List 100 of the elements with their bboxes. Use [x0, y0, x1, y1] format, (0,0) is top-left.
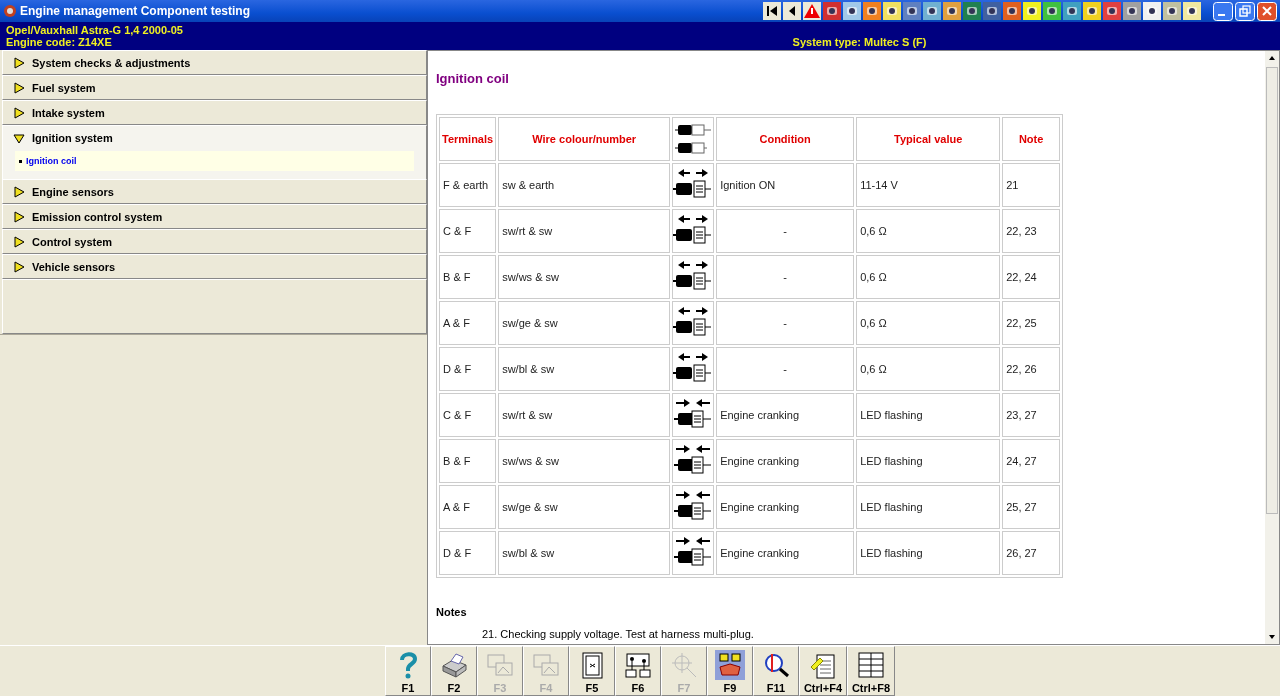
- toolbar-icon[interactable]: [1103, 2, 1121, 20]
- toolbar-icon[interactable]: [1163, 2, 1181, 20]
- sidebar-item[interactable]: Control system: [2, 229, 427, 254]
- toolbar-icon[interactable]: [1063, 2, 1081, 20]
- collapsed-arrow-icon: [13, 56, 25, 69]
- table-cell: sw/rt & sw: [498, 209, 671, 253]
- table-cell: sw/rt & sw: [498, 393, 671, 437]
- toolbar-icon[interactable]: [1003, 2, 1021, 20]
- function-key-button[interactable]: F11: [753, 646, 799, 696]
- toolbar-icon[interactable]: [863, 2, 881, 20]
- table-cell: 0,6 Ω: [856, 209, 1001, 253]
- toolbar-icon[interactable]: [1043, 2, 1061, 20]
- page-heading: Ignition coil: [436, 71, 510, 86]
- table-cell: D & F: [439, 347, 497, 391]
- table-cell: sw/bl & sw: [498, 531, 671, 575]
- table-cell: 23, 27: [1002, 393, 1061, 437]
- table-cell: 0,6 Ω: [856, 255, 1001, 299]
- table-cell: 22, 25: [1002, 301, 1061, 345]
- table-cell: -: [716, 347, 855, 391]
- sidebar-item[interactable]: Fuel system: [2, 75, 427, 100]
- table-cell: Engine cranking: [716, 531, 855, 575]
- toolbar-icon[interactable]: [883, 2, 901, 20]
- toolbar-icon[interactable]: [1143, 2, 1161, 20]
- collapsed-arrow-icon: [13, 235, 25, 248]
- sidebar-item[interactable]: Ignition system: [2, 125, 427, 149]
- column-header: Wire colour/number: [498, 117, 671, 161]
- close-button[interactable]: [1257, 1, 1277, 21]
- table-cell: 11-14 V: [856, 163, 1001, 207]
- table-cell: B & F: [439, 439, 497, 483]
- engine-code-label: Engine code: Z14XE: [6, 36, 113, 48]
- first-page-icon[interactable]: [763, 2, 781, 20]
- restore-button[interactable]: [1235, 1, 1255, 21]
- table-cell: 22, 23: [1002, 209, 1061, 253]
- table-cell: Ignition ON: [716, 163, 855, 207]
- toolbar-icon[interactable]: [823, 2, 841, 20]
- function-key-button[interactable]: F9: [707, 646, 753, 696]
- crosshair-icon: [669, 650, 699, 680]
- table-cell: C & F: [439, 209, 497, 253]
- warning-icon[interactable]: [803, 2, 821, 20]
- table-cell: Engine cranking: [716, 393, 855, 437]
- toolbar-icon[interactable]: [843, 2, 861, 20]
- sidebar-subitem[interactable]: Ignition coil: [15, 151, 414, 171]
- map-icon: [715, 650, 745, 680]
- collapsed-arrow-icon: [13, 185, 25, 198]
- sidebar-item[interactable]: System checks & adjustments: [2, 50, 427, 75]
- table-cell: LED flashing: [856, 531, 1001, 575]
- table-cell: D & F: [439, 531, 497, 575]
- function-key-button[interactable]: F1: [385, 646, 431, 696]
- connector-icon: [673, 121, 714, 157]
- column-header: Note: [1002, 117, 1061, 161]
- function-key-button[interactable]: F6: [615, 646, 661, 696]
- column-header: Condition: [716, 117, 855, 161]
- table-cell: sw/ge & sw: [498, 301, 671, 345]
- column-header: Typical value: [856, 117, 1001, 161]
- toolbar-icon[interactable]: [963, 2, 981, 20]
- toolbar-icon[interactable]: [943, 2, 961, 20]
- table-cell: -: [716, 255, 855, 299]
- table-cell: A & F: [439, 485, 497, 529]
- vehicle-label: Opel/Vauxhall Astra-G 1,4 2000-05: [6, 24, 184, 36]
- table-cell: B & F: [439, 255, 497, 299]
- table-cell: sw/ge & sw: [498, 485, 671, 529]
- sidebar-item[interactable]: Emission control system: [2, 204, 427, 229]
- system-type-label: System type: Multec S (F): [792, 36, 927, 48]
- toolbar-icon[interactable]: [1023, 2, 1041, 20]
- table-cell: 0,6 Ω: [856, 301, 1001, 345]
- minimize-button[interactable]: [1213, 1, 1233, 21]
- column-header: Terminals: [439, 117, 497, 161]
- table-cell: 25, 27: [1002, 485, 1061, 529]
- function-key-button[interactable]: F5: [569, 646, 615, 696]
- sidebar-item[interactable]: Engine sensors: [2, 179, 427, 204]
- window-title: Engine management Component testing: [20, 4, 251, 18]
- function-key-button[interactable]: Ctrl+F8: [847, 646, 895, 696]
- collapsed-arrow-icon: [13, 210, 25, 223]
- scrollbar-thumb[interactable]: [1266, 67, 1278, 514]
- function-key-button[interactable]: F2: [431, 646, 477, 696]
- table-cell: -: [716, 209, 855, 253]
- table-cell: sw & earth: [498, 163, 671, 207]
- toolbar-icon[interactable]: [983, 2, 1001, 20]
- table-cell: LED flashing: [856, 393, 1001, 437]
- table-cell: -: [716, 301, 855, 345]
- table-cell: 0,6 Ω: [856, 347, 1001, 391]
- toolbar-icon[interactable]: [1183, 2, 1201, 20]
- sidebar-item[interactable]: Intake system: [2, 100, 427, 125]
- circuit-icon: [623, 650, 653, 680]
- toolbar-icon[interactable]: [1123, 2, 1141, 20]
- table-cell: Engine cranking: [716, 485, 855, 529]
- function-key-button[interactable]: Ctrl+F4: [799, 646, 847, 696]
- table-cell: LED flashing: [856, 439, 1001, 483]
- toolbar-icon[interactable]: [1083, 2, 1101, 20]
- toolbar-icon[interactable]: [903, 2, 921, 20]
- table-cell: 24, 27: [1002, 439, 1061, 483]
- table-cell: sw/ws & sw: [498, 439, 671, 483]
- table-cell: F & earth: [439, 163, 497, 207]
- toolbar-icon[interactable]: [923, 2, 941, 20]
- table-cell: 21: [1002, 163, 1061, 207]
- table-cell: Engine cranking: [716, 439, 855, 483]
- back-icon[interactable]: [783, 2, 801, 20]
- table-cell: C & F: [439, 393, 497, 437]
- sidebar-item[interactable]: Vehicle sensors: [2, 254, 427, 279]
- list-icon: [856, 650, 886, 680]
